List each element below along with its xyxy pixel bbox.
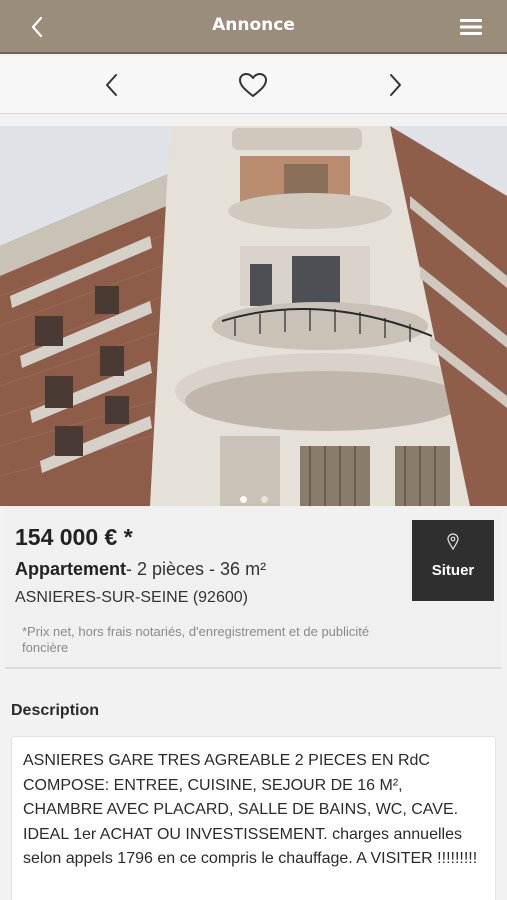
map-pin-icon xyxy=(447,533,459,550)
gallery-dot[interactable] xyxy=(239,496,247,503)
listing-summary: 154 000 € * Appartement- 2 pièces - 36 m… xyxy=(5,506,502,669)
heart-outline-icon xyxy=(239,73,267,97)
listing-type-line: Appartement- 2 pièces - 36 m² xyxy=(15,559,266,580)
chevron-right-icon xyxy=(390,74,401,96)
app-header: Annonce xyxy=(0,0,507,54)
hamburger-menu-icon xyxy=(460,19,482,35)
listing-photo[interactable] xyxy=(0,126,507,506)
menu-button[interactable] xyxy=(457,13,485,41)
price-note: *Prix net, hors frais notariés, d'enregi… xyxy=(22,624,370,655)
locate-button-label: Situer xyxy=(431,562,475,579)
description-text: ASNIERES GARE TRES AGREABLE 2 PIECES EN … xyxy=(23,752,478,867)
building-photo xyxy=(0,126,507,506)
gallery-pagination xyxy=(0,488,507,507)
listing-navigation-bar xyxy=(0,56,507,114)
listing-city: ASNIERES-SUR-SEINE (92600) xyxy=(15,589,248,606)
gallery-dot[interactable] xyxy=(260,496,268,503)
listing-type: Appartement xyxy=(15,559,127,579)
description-box: ASNIERES GARE TRES AGREABLE 2 PIECES EN … xyxy=(11,736,496,900)
favorite-button[interactable] xyxy=(233,66,273,104)
listing-price: 154 000 € * xyxy=(15,524,133,550)
previous-listing-button[interactable] xyxy=(91,66,131,104)
next-listing-button[interactable] xyxy=(376,66,416,104)
listing-details: - 2 pièces - 36 m² xyxy=(126,559,267,579)
locate-button[interactable]: Situer xyxy=(412,520,494,601)
description-title: Description xyxy=(11,702,100,719)
chevron-left-icon xyxy=(106,74,117,96)
page-title: Annonce xyxy=(212,15,295,35)
